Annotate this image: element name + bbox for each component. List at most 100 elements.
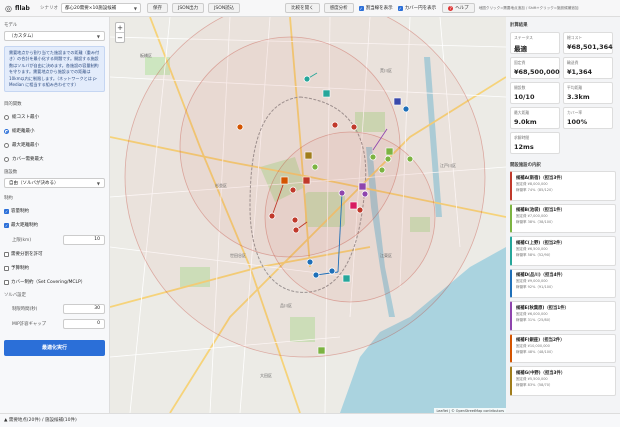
show-assignment-label: 割当線を表示: [365, 6, 393, 11]
map-view[interactable]: 板橋区 荒川区 杉並区 江東区 世田谷区 品川区 大田区 江戸川区 + − Le…: [110, 17, 506, 413]
candidate-utilization: 稼働率 58%（52/90）: [516, 252, 553, 257]
candidate-fixed-cost: 固定費 ¥6,500,000: [516, 246, 548, 251]
objective-option-max-distance[interactable]: 最大距離最小: [4, 138, 105, 152]
candidate-card[interactable]: 候補D(品川)（担当4件） 固定費 ¥9,000,000 稼働率 92%（91/10…: [510, 268, 616, 298]
help-button[interactable]: ? ヘルプ: [442, 3, 475, 13]
scenario-select[interactable]: 都心20需要×10施設候補 ▼: [61, 3, 141, 13]
top-toolbar: ◎ fllab シナリオ 都心20需要×10施設候補 ▼ 保存 JSON出力 J…: [0, 0, 620, 17]
json-import-button[interactable]: JSON読込: [208, 3, 241, 13]
candidate-card[interactable]: 候補C(上野)（担当2件） 固定費 ¥6,500,000 稼働率 58%（52/90…: [510, 236, 616, 266]
candidate-name: 候補E(秋葉原)（担当1件）: [516, 305, 569, 311]
objective-label: 目的関数: [4, 102, 22, 108]
facility-marker[interactable]: [349, 201, 358, 210]
max-distance-constraint-checkbox[interactable]: ✓ 最大距離制約: [4, 218, 105, 232]
candidate-fixed-cost: 固定費 ¥7,000,000: [516, 214, 548, 219]
model-select[interactable]: （カスタム） ▼: [4, 31, 105, 41]
mip-gap-input[interactable]: 0: [63, 318, 105, 329]
candidate-card[interactable]: 候補E(秋葉原)（担当1件） 固定費 ¥6,000,000 稼働率 31%（25/8…: [510, 301, 616, 331]
objective-option-label: カバー需要最大: [12, 157, 44, 163]
map-label: 荒川区: [380, 67, 392, 73]
zoom-out-button[interactable]: −: [116, 33, 124, 43]
stat-key: 総コスト: [567, 35, 583, 40]
model-description: 需要地点から割り当てた施設までの距離（重み付き）の合計を最小化する問題です。開設…: [4, 46, 105, 93]
zoom-control: + −: [115, 22, 125, 43]
demand-point[interactable]: [236, 123, 244, 131]
compare-button[interactable]: 比較を開く: [285, 3, 320, 13]
demand-point[interactable]: [350, 123, 358, 131]
facility-marker[interactable]: [385, 147, 394, 156]
facility-marker[interactable]: [302, 176, 311, 185]
facility-marker[interactable]: [342, 274, 351, 283]
facility-marker[interactable]: [317, 346, 326, 355]
time-limit-row: 制限時間(秒) 30: [4, 301, 105, 316]
facility-marker[interactable]: [393, 97, 402, 106]
demand-point[interactable]: [378, 166, 386, 174]
stat-value: 3.3km: [567, 93, 590, 101]
stat-key: カバー率: [567, 110, 583, 115]
demand-point[interactable]: [312, 271, 320, 279]
split-assignment-checkbox[interactable]: 需要分割を許可: [4, 247, 105, 261]
demand-point[interactable]: [338, 189, 346, 197]
demand-point[interactable]: [291, 216, 299, 224]
objective-option-total-cost[interactable]: 総コスト最小: [4, 110, 105, 124]
status-bar[interactable]: ▲ 需要地点(20件) / 施設候補(10件): [0, 413, 620, 427]
candidate-card[interactable]: 候補A(新宿)（担当3件） 固定費 ¥8,000,000 稼働率 74%（85/12…: [510, 171, 616, 201]
cover-constraint-checkbox[interactable]: カバー制約（Set Covering/MCLP）: [4, 275, 105, 289]
demand-point[interactable]: [311, 163, 319, 171]
budget-constraint-checkbox[interactable]: 予算制約: [4, 261, 105, 275]
candidate-name: 候補G(中野)（担当3件）: [516, 370, 566, 376]
show-coverage-toggle[interactable]: ✓ カバー円を表示: [397, 5, 436, 11]
map-canvas[interactable]: 板橋区 荒川区 杉並区 江東区 世田谷区 品川区 大田区 江戸川区: [110, 17, 506, 413]
stat-key: 平均距離: [567, 85, 583, 90]
save-button[interactable]: 保存: [147, 3, 168, 13]
objective-option-max-cover[interactable]: カバー需要最大: [4, 152, 105, 166]
json-export-button[interactable]: JSON出力: [172, 3, 205, 13]
facility-marker[interactable]: [358, 182, 367, 191]
stat-total-cost: 総コスト ¥68,501,364: [563, 32, 613, 54]
objective-option-total-distance[interactable]: 総距離最小: [4, 124, 105, 138]
demand-point[interactable]: [306, 258, 314, 266]
facility-marker[interactable]: [280, 176, 289, 185]
capacity-constraint-checkbox[interactable]: ✓ 容量制約: [4, 204, 105, 218]
demand-point[interactable]: [402, 105, 410, 113]
candidate-card[interactable]: 候補G(中野)（担当3件） 固定費 ¥5,500,000 稼働率 83%（58/70…: [510, 366, 616, 396]
show-assignment-toggle[interactable]: ✓ 割当線を表示: [358, 5, 393, 11]
max-distance-limit-input[interactable]: 10: [63, 234, 105, 245]
facility-marker[interactable]: [304, 151, 313, 160]
mip-gap-label: MIP許容ギャップ: [12, 321, 47, 327]
max-distance-constraint-label: 最大距離制約: [11, 223, 38, 229]
demand-point[interactable]: [406, 155, 414, 163]
zoom-in-button[interactable]: +: [116, 23, 124, 33]
facility-count-select[interactable]: 自由（ソルバが決める） ▼: [4, 178, 105, 189]
demand-point[interactable]: [331, 121, 339, 129]
candidate-name: 候補A(新宿)（担当3件）: [516, 175, 565, 181]
logo-icon: ◎: [5, 3, 12, 13]
time-limit-input[interactable]: 30: [63, 303, 105, 314]
demand-point[interactable]: [328, 267, 336, 275]
stat-value: 12ms: [514, 143, 534, 151]
candidate-card[interactable]: 候補F(銀座)（担当2件） 固定費 ¥10,000,000 稼働率 48%（48/1…: [510, 333, 616, 363]
demand-point[interactable]: [369, 153, 377, 161]
demand-point[interactable]: [268, 212, 276, 220]
stat-coverage-rate: カバー率 100%: [563, 107, 613, 129]
candidate-fixed-cost: 固定費 ¥6,000,000: [516, 311, 548, 316]
map-label: 大田区: [260, 372, 272, 378]
demand-point[interactable]: [303, 75, 311, 83]
checkbox-checked-icon: ✓: [4, 222, 9, 228]
candidate-card[interactable]: 候補B(池袋)（担当1件） 固定費 ¥7,000,000 稼働率 38%（38/10…: [510, 203, 616, 233]
demand-point[interactable]: [361, 190, 369, 198]
demand-point[interactable]: [384, 155, 392, 163]
max-distance-limit-label: 上限(km): [12, 237, 32, 243]
demand-point[interactable]: [356, 206, 364, 214]
stat-value: 10/10: [514, 93, 535, 101]
run-optimization-button[interactable]: 最適化実行: [4, 340, 105, 357]
checkbox-checked-icon: ✓: [358, 5, 364, 11]
facility-marker[interactable]: [322, 89, 331, 98]
demand-point[interactable]: [289, 186, 297, 194]
stat-value: ¥68,500,000: [514, 68, 560, 76]
help-label: ヘルプ: [455, 5, 469, 11]
demand-point[interactable]: [292, 226, 300, 234]
candidates-title: 開設施設の内訳: [510, 163, 541, 168]
sensitivity-button[interactable]: 感度分析: [323, 3, 354, 13]
stat-max-distance: 最大距離 9.0km: [510, 107, 560, 129]
